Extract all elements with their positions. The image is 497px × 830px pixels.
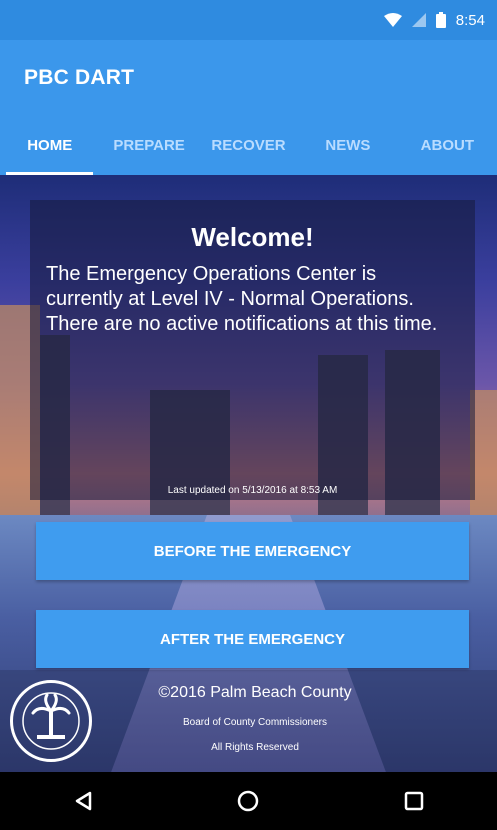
tab-about-label: ABOUT — [420, 136, 474, 154]
tab-prepare-label: PREPARE — [113, 136, 185, 154]
system-nav-bar — [0, 772, 497, 830]
status-time: 8:54 — [455, 11, 485, 29]
copyright-text: ©2016 Palm Beach County — [158, 684, 352, 701]
tab-home[interactable]: HOME — [0, 115, 99, 175]
tab-prepare[interactable]: PREPARE — [99, 115, 198, 175]
recents-icon[interactable] — [384, 781, 444, 821]
rights-text: All Rights Reserved — [211, 742, 299, 753]
board-text: Board of County Commissioners — [183, 717, 327, 728]
status-bar: 8:54 — [0, 0, 497, 40]
after-emergency-label: AFTER THE EMERGENCY — [159, 630, 345, 648]
back-icon[interactable] — [53, 781, 113, 821]
after-emergency-button[interactable]: AFTER THE EMERGENCY — [36, 610, 469, 668]
before-emergency-button[interactable]: BEFORE THE EMERGENCY — [36, 522, 469, 580]
home-icon[interactable] — [218, 781, 278, 821]
tab-bar: HOME PREPARE RECOVER NEWS ABOUT — [0, 115, 497, 175]
tab-home-label: HOME — [27, 136, 73, 154]
battery-icon — [435, 12, 446, 28]
tab-recover[interactable]: RECOVER — [199, 115, 298, 175]
welcome-message: The Emergency Operations Center is curre… — [46, 263, 438, 335]
tab-about[interactable]: ABOUT — [398, 115, 497, 175]
last-updated-text: Last updated on 5/13/2016 at 8:53 AM — [167, 485, 338, 496]
wifi-icon — [383, 13, 402, 27]
welcome-title: Welcome! — [191, 222, 314, 252]
background-image: Welcome! The Emergency Operations Center… — [0, 175, 497, 772]
before-emergency-label: BEFORE THE EMERGENCY — [153, 542, 352, 560]
footer: ©2016 Palm Beach County Board of County … — [0, 670, 497, 772]
tab-news[interactable]: NEWS — [298, 115, 397, 175]
tab-recover-label: RECOVER — [211, 136, 286, 154]
tab-news-label: NEWS — [325, 136, 371, 154]
app-bar: PBC DART — [0, 40, 497, 115]
app-title: PBC DART — [24, 65, 135, 89]
welcome-card: Welcome! The Emergency Operations Center… — [30, 200, 475, 500]
signal-icon — [411, 13, 426, 27]
